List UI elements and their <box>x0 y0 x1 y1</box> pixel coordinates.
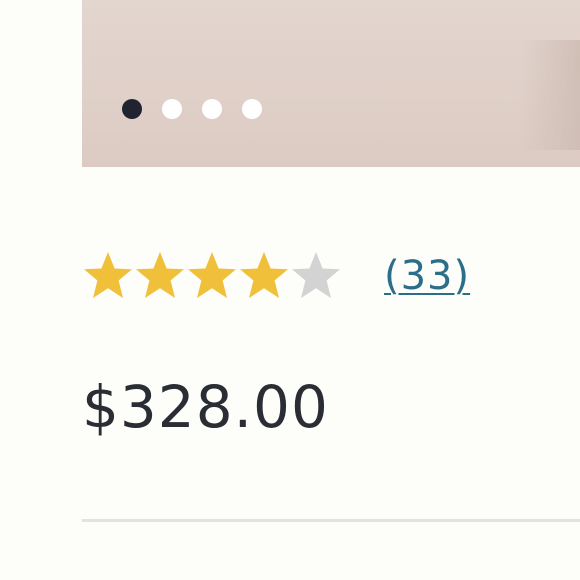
star-empty-icon <box>292 252 340 298</box>
carousel-dot-2[interactable] <box>162 99 182 119</box>
product-image-shadow <box>520 40 580 150</box>
star-filled-icon <box>188 252 236 298</box>
star-filled-icon <box>84 252 132 298</box>
carousel-pagination <box>122 99 262 119</box>
star-filled-icon <box>136 252 184 298</box>
product-rating: (33) <box>82 248 470 304</box>
star-rating <box>82 250 342 302</box>
carousel-dot-1[interactable] <box>122 99 142 119</box>
product-image-carousel[interactable] <box>82 0 580 167</box>
star-filled-icon <box>240 252 288 298</box>
divider <box>82 519 580 522</box>
product-price: $328.00 <box>82 373 329 441</box>
review-count-link[interactable]: (33) <box>384 253 470 299</box>
product-detail: (33) $328.00 <box>0 0 580 580</box>
carousel-dot-4[interactable] <box>242 99 262 119</box>
carousel-dot-3[interactable] <box>202 99 222 119</box>
